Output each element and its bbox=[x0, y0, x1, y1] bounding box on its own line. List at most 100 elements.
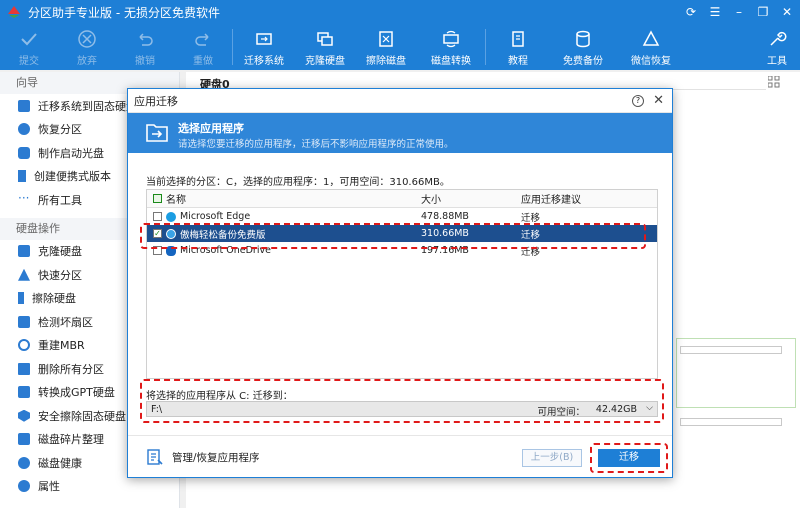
redo-icon bbox=[195, 33, 209, 46]
backup-icon bbox=[576, 30, 590, 48]
tools-button[interactable]: 工具 bbox=[754, 24, 800, 70]
app-logo-icon bbox=[8, 6, 20, 18]
sidebar-item-label: 恢复分区 bbox=[38, 123, 82, 137]
clone-icon bbox=[18, 245, 30, 258]
undo-button[interactable]: 撤销 bbox=[116, 24, 174, 70]
sidebar-item-label: 检测坏扇区 bbox=[38, 315, 93, 329]
maximize-icon[interactable]: ❐ bbox=[754, 3, 772, 21]
migrate-os-button[interactable]: 迁移系统 bbox=[233, 24, 295, 70]
wechat-recover-label: 微信恢复 bbox=[631, 56, 671, 67]
manage-label: 管理/恢复应用程序 bbox=[172, 451, 260, 464]
highlight-migrate-button bbox=[590, 443, 668, 473]
migrate-os-icon bbox=[256, 33, 272, 45]
settings-icon[interactable]: ☰ bbox=[706, 3, 724, 21]
help-icon[interactable]: ? bbox=[632, 95, 644, 107]
app-migration-dialog: 应用迁移 ? ✕ 选择应用程序 请选择您要迁移的应用程序，迁移后不影响应用程序的… bbox=[127, 88, 673, 478]
refresh-icon[interactable]: ⟳ bbox=[682, 3, 700, 21]
wipe-disk-button[interactable]: 擦除磁盘 bbox=[355, 24, 417, 70]
folder-arrow-icon bbox=[146, 124, 168, 142]
main-toolbar: 提交 放弃 撤销 重做 迁移系统 克隆硬盘 擦除磁盘 磁盘转换 教程 免费备份 … bbox=[0, 24, 800, 70]
sidebar-item-properties[interactable]: 属性 bbox=[0, 475, 179, 499]
migrate-icon bbox=[18, 99, 30, 112]
wipe-icon bbox=[18, 292, 24, 305]
recover-icon bbox=[642, 30, 660, 46]
app-advice: 迁移 bbox=[521, 212, 541, 224]
health-icon bbox=[18, 456, 30, 469]
partition-bar bbox=[680, 346, 782, 354]
column-name[interactable]: 名称 bbox=[147, 191, 417, 206]
dialog-subheading: 请选择您要迁移的应用程序，迁移后不影响应用程序的正常使用。 bbox=[178, 139, 454, 150]
bootdisk-icon bbox=[18, 146, 30, 159]
dialog-heading: 选择应用程序 bbox=[178, 122, 244, 135]
sidebar-item-label: 属性 bbox=[38, 480, 60, 494]
column-name-label: 名称 bbox=[166, 195, 186, 206]
app-name: Microsoft Edge bbox=[180, 211, 251, 222]
manage-apps-icon bbox=[147, 449, 163, 465]
edge-icon bbox=[166, 211, 176, 222]
redo-button[interactable]: 重做 bbox=[174, 24, 232, 70]
free-backup-label: 免费备份 bbox=[563, 56, 603, 67]
dialog-title-bar: 应用迁移 ? ✕ bbox=[128, 89, 672, 113]
dialog-banner: 选择应用程序 请选择您要迁移的应用程序，迁移后不影响应用程序的正常使用。 bbox=[128, 113, 672, 153]
delete-icon bbox=[18, 362, 30, 375]
quick-partition-icon bbox=[18, 268, 30, 281]
minimize-icon[interactable]: – bbox=[730, 3, 748, 21]
clone-disk-label: 克隆硬盘 bbox=[305, 56, 345, 67]
sidebar-item-label: 磁盘碎片整理 bbox=[38, 433, 104, 447]
sidebar-item-label: 重建MBR bbox=[38, 339, 85, 353]
wechat-recover-button[interactable]: 微信恢复 bbox=[616, 24, 686, 70]
undo-label: 撤销 bbox=[135, 56, 155, 67]
wipe-disk-icon bbox=[379, 31, 393, 47]
redo-label: 重做 bbox=[193, 56, 213, 67]
sidebar-item-label: 磁盘健康 bbox=[38, 456, 82, 470]
dialog-title: 应用迁移 bbox=[134, 94, 178, 108]
submit-label: 提交 bbox=[19, 56, 39, 67]
tutorial-button[interactable]: 教程 bbox=[486, 24, 550, 70]
check-icon bbox=[21, 33, 37, 46]
highlight-target bbox=[140, 379, 664, 423]
close-icon[interactable]: ✕ bbox=[778, 3, 796, 21]
info-icon bbox=[18, 480, 30, 493]
convert-disk-button[interactable]: 磁盘转换 bbox=[417, 24, 485, 70]
manage-restore-link[interactable]: 管理/恢复应用程序 bbox=[146, 448, 260, 466]
clone-disk-icon bbox=[317, 32, 333, 46]
sidebar-item-label: 快速分区 bbox=[38, 268, 82, 282]
column-size[interactable]: 大小 bbox=[417, 191, 517, 206]
close-icon[interactable]: ✕ bbox=[653, 93, 664, 108]
scan-icon bbox=[18, 315, 30, 328]
discard-button[interactable]: 放弃 bbox=[58, 24, 116, 70]
discard-label: 放弃 bbox=[77, 56, 97, 67]
migrate-os-label: 迁移系统 bbox=[244, 56, 284, 67]
sidebar-item-label: 擦除硬盘 bbox=[32, 292, 76, 306]
sidebar-item-label: 制作启动光盘 bbox=[38, 146, 104, 160]
free-backup-button[interactable]: 免费备份 bbox=[550, 24, 616, 70]
sidebar-item-label: 转换成GPT硬盘 bbox=[38, 386, 115, 400]
tools-label: 工具 bbox=[767, 56, 787, 67]
partition-bar bbox=[680, 418, 782, 426]
undo-icon bbox=[139, 33, 153, 46]
clone-disk-button[interactable]: 克隆硬盘 bbox=[295, 24, 355, 70]
app-list: 名称 大小 应用迁移建议 Microsoft Edge 478.88MB 迁移 … bbox=[146, 189, 658, 379]
convert-disk-icon bbox=[443, 30, 459, 48]
tutorial-icon bbox=[512, 31, 524, 47]
column-advice[interactable]: 应用迁移建议 bbox=[517, 191, 657, 206]
defrag-icon bbox=[18, 433, 30, 446]
back-button[interactable]: 上一步(B) bbox=[522, 449, 582, 467]
window-controls: ⟳ ☰ – ❐ ✕ bbox=[682, 3, 796, 21]
app-checkbox[interactable] bbox=[153, 212, 162, 221]
highlight-selected-row bbox=[140, 223, 646, 249]
submit-button[interactable]: 提交 bbox=[0, 24, 58, 70]
sidebar-item-label: 迁移系统到固态硬盘 bbox=[38, 99, 137, 113]
more-icon: ··· bbox=[18, 190, 30, 205]
portable-icon bbox=[18, 170, 26, 183]
app-size: 478.88MB bbox=[421, 211, 469, 222]
select-all-checkbox[interactable] bbox=[153, 194, 162, 203]
discard-icon bbox=[78, 30, 96, 48]
selection-info: 当前选择的分区：C，选择的应用程序：1，可用空间：310.66MB。 bbox=[146, 177, 450, 188]
gpt-icon bbox=[18, 386, 30, 399]
sidebar-item-label: 克隆硬盘 bbox=[38, 245, 82, 259]
sidebar-item-label: 所有工具 bbox=[38, 193, 82, 207]
tools-icon bbox=[770, 31, 787, 46]
view-toggle-icon[interactable] bbox=[768, 76, 780, 88]
sidebar-item-label: 安全擦除固态硬盘 bbox=[38, 409, 126, 423]
